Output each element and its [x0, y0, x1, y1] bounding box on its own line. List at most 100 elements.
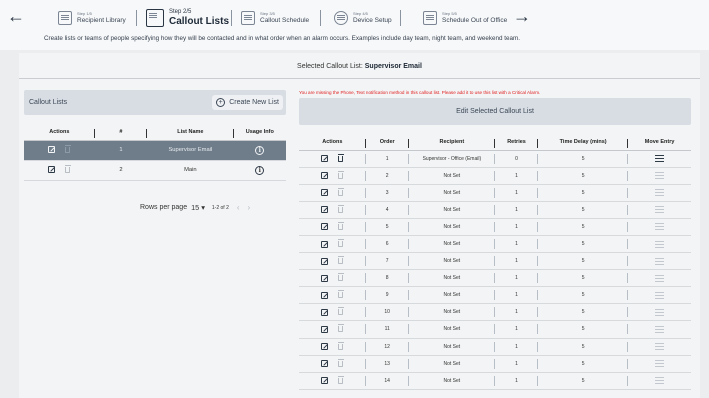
edit-icon[interactable]	[321, 240, 329, 248]
column-header-recipient: Recipient	[408, 135, 495, 151]
step-callout-lists[interactable]: Step 2/5 Callout Lists	[146, 6, 229, 30]
callout-lists-table: Actions # List Name Usage Info 1 Supervi…	[24, 125, 286, 181]
trash-icon[interactable]	[64, 164, 71, 173]
edit-icon[interactable]	[321, 291, 329, 299]
move-entry-cell	[628, 184, 691, 202]
edit-icon[interactable]	[321, 155, 329, 163]
table-row: 4 Not Set 1 5	[299, 201, 691, 219]
actions-cell	[299, 201, 366, 219]
edit-icon[interactable]	[321, 172, 329, 180]
drag-handle-icon[interactable]	[655, 223, 665, 230]
edit-icon[interactable]	[321, 377, 329, 385]
trash-icon[interactable]	[337, 358, 344, 367]
move-entry-cell	[628, 303, 691, 322]
list-name: Supervisor Email	[147, 140, 234, 161]
actions-cell	[299, 167, 366, 185]
edit-icon[interactable]	[48, 166, 56, 174]
entry-order: 4	[365, 201, 409, 219]
list-number: 2	[94, 160, 148, 181]
step-divider	[400, 10, 401, 26]
edit-icon[interactable]	[321, 257, 329, 265]
divider	[19, 78, 700, 79]
table-row[interactable]: 1 Supervisor Email i	[24, 140, 286, 161]
step-callout-schedule[interactable]: Step 3/5 Callout Schedule	[241, 6, 309, 30]
trash-icon[interactable]	[337, 290, 344, 299]
step-device-setup[interactable]: Step 4/5 Device Setup	[334, 6, 392, 30]
table-row[interactable]: 2 Main i	[24, 160, 286, 181]
column-header-usage-info: Usage Info	[233, 125, 286, 141]
column-header-order: Order	[365, 135, 409, 151]
document-icon	[146, 9, 164, 27]
edit-icon[interactable]	[321, 223, 329, 231]
pagination-range: 1-2 of 2	[211, 204, 229, 211]
entry-retries: 1	[494, 235, 539, 254]
table-row: 6 Not Set 1 5	[299, 235, 691, 254]
drag-handle-icon[interactable]	[655, 308, 665, 316]
drag-handle-icon[interactable]	[655, 172, 665, 179]
entry-retries: 1	[494, 252, 539, 271]
drag-handle-icon[interactable]	[655, 291, 665, 299]
trash-icon[interactable]	[337, 239, 344, 248]
edit-icon[interactable]	[321, 325, 329, 333]
drag-handle-icon[interactable]	[655, 189, 665, 196]
trash-icon[interactable]	[337, 375, 344, 384]
entry-recipient: Not Set	[408, 320, 495, 339]
step-schedule-out-of-office[interactable]: Step 5/5 Schedule Out of Office	[423, 6, 507, 30]
drag-handle-icon[interactable]	[655, 274, 665, 282]
trash-icon[interactable]	[337, 324, 344, 333]
entry-retries: 1	[494, 372, 539, 390]
trash-icon[interactable]	[337, 204, 344, 213]
trash-icon[interactable]	[64, 144, 71, 153]
drag-handle-icon[interactable]	[655, 240, 665, 248]
entry-time-delay: 5	[538, 235, 629, 254]
usage-info-cell: i	[233, 140, 286, 161]
entry-retries: 1	[494, 338, 539, 356]
drag-handle-icon[interactable]	[655, 325, 665, 333]
entry-time-delay: 5	[538, 184, 629, 202]
info-icon[interactable]: i	[255, 165, 265, 175]
drag-handle-icon[interactable]	[655, 155, 665, 162]
edit-icon[interactable]	[321, 274, 329, 282]
create-new-list-button[interactable]: + Create New List	[212, 95, 283, 110]
trash-icon[interactable]	[337, 221, 344, 230]
edit-icon[interactable]	[321, 189, 329, 197]
drag-handle-icon[interactable]	[655, 257, 665, 265]
entry-recipient: Supervisor - Office (Email)	[408, 150, 495, 168]
table-row: 11 Not Set 1 5	[299, 320, 691, 339]
edit-icon[interactable]	[321, 343, 329, 351]
edit-icon[interactable]	[321, 308, 329, 316]
move-entry-cell	[628, 355, 691, 373]
trash-icon[interactable]	[337, 256, 344, 265]
table-row: 2 Not Set 1 5	[299, 167, 691, 185]
step-divider	[320, 10, 321, 26]
edit-selected-list-button[interactable]: Edit Selected Callout List	[299, 98, 691, 125]
trash-icon[interactable]	[337, 170, 344, 179]
back-arrow-icon[interactable]: ←	[6, 6, 26, 26]
previous-page-icon[interactable]: ‹	[237, 203, 240, 212]
entry-time-delay: 5	[538, 218, 629, 236]
drag-handle-icon[interactable]	[655, 360, 665, 367]
next-page-icon[interactable]: ›	[248, 203, 251, 212]
stepper-header: ← Step 1/5 Recipient Library Step 2/5 Ca…	[0, 0, 709, 50]
trash-icon[interactable]	[337, 307, 344, 316]
drag-handle-icon[interactable]	[655, 343, 665, 350]
actions-cell	[24, 160, 95, 181]
edit-icon[interactable]	[321, 206, 329, 214]
drag-handle-icon[interactable]	[655, 377, 665, 384]
forward-arrow-icon[interactable]: →	[512, 6, 532, 26]
trash-icon[interactable]	[337, 341, 344, 350]
trash-icon[interactable]	[337, 273, 344, 282]
move-entry-cell	[628, 269, 691, 288]
edit-icon[interactable]	[321, 360, 329, 368]
entry-recipient: Not Set	[408, 218, 495, 236]
entry-order: 2	[365, 167, 409, 185]
rows-per-page-select[interactable]: 15 ▾	[191, 203, 205, 212]
step-recipient-library[interactable]: Step 1/5 Recipient Library	[58, 6, 126, 30]
drag-handle-icon[interactable]	[655, 206, 665, 213]
info-icon[interactable]: i	[255, 145, 265, 155]
entry-retries: 1	[494, 320, 539, 339]
trash-icon[interactable]	[337, 187, 344, 196]
trash-icon[interactable]	[337, 153, 344, 162]
edit-icon[interactable]	[48, 146, 56, 154]
entry-time-delay: 5	[538, 201, 629, 219]
